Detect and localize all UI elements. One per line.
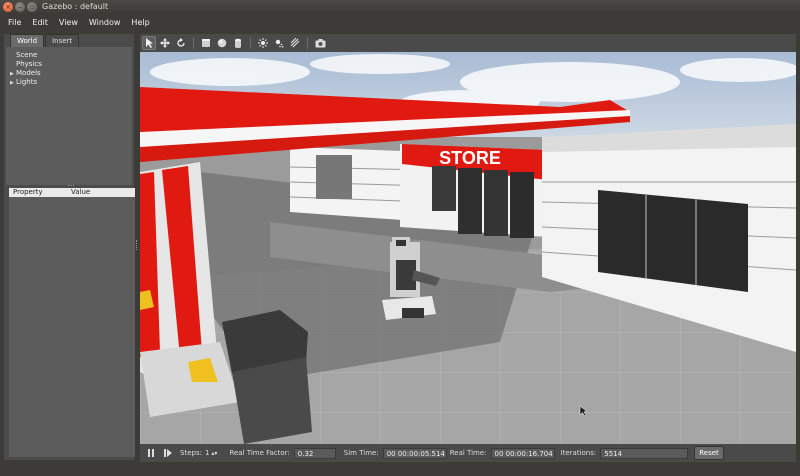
- translate-icon: [160, 38, 170, 48]
- steps-label: Steps:: [180, 449, 202, 457]
- iterations-label: Iterations:: [560, 449, 597, 457]
- rotate-icon: [177, 38, 185, 47]
- value-column-header[interactable]: Value: [71, 188, 90, 196]
- toolbar-separator: [193, 37, 194, 49]
- insert-box-button[interactable]: [199, 36, 213, 50]
- store-sign-text: STORE: [439, 148, 501, 168]
- 3d-viewport[interactable]: STORE: [140, 52, 796, 444]
- trash-can-body: [232, 357, 312, 444]
- insert-point-light-button[interactable]: [256, 36, 270, 50]
- iterations-field: 5514: [600, 447, 689, 459]
- real-time-label: Real Time:: [449, 449, 487, 457]
- toolbar-separator: [307, 37, 308, 49]
- tree-item-lights[interactable]: ▶ Lights: [10, 78, 37, 86]
- window-title: Gazebo : default: [42, 2, 109, 11]
- spot-light-icon: [275, 39, 284, 48]
- select-arrow-icon: [145, 38, 153, 48]
- minimize-icon: –: [18, 2, 22, 11]
- step-button[interactable]: [164, 449, 172, 457]
- steps-spinner-icon[interactable]: ▴▾: [211, 450, 217, 457]
- tree-item-scene[interactable]: Scene: [10, 51, 37, 59]
- insert-directional-light-button[interactable]: [288, 36, 302, 50]
- insert-cylinder-button[interactable]: [231, 36, 245, 50]
- store-left-window: [316, 155, 352, 199]
- vertical-splitter-handle[interactable]: [136, 240, 139, 250]
- point-light-icon: [258, 38, 268, 48]
- screenshot-icon: [315, 39, 325, 48]
- reset-button[interactable]: Reset: [694, 446, 724, 460]
- translate-mode-button[interactable]: [158, 36, 172, 50]
- step-icon-arrow: [167, 449, 172, 457]
- tab-world[interactable]: World: [10, 34, 45, 47]
- select-mode-button[interactable]: [142, 36, 156, 50]
- real-time-field: 00 00:00:16.704: [490, 447, 555, 459]
- cylinder-icon: [235, 38, 241, 48]
- sphere-icon: [217, 38, 227, 48]
- window-controls: × – ▫: [3, 2, 37, 12]
- tree-item-models[interactable]: ▶ Models: [10, 69, 41, 77]
- scene-render: STORE: [140, 52, 796, 444]
- tree-item-physics[interactable]: Physics: [10, 60, 42, 68]
- menu-help[interactable]: Help: [131, 18, 149, 27]
- tree-item-label: Models: [16, 69, 41, 77]
- sim-time-label: Sim Time:: [343, 449, 379, 457]
- maximize-icon: ▫: [29, 2, 35, 11]
- real-time-factor-field: 0.32: [293, 447, 336, 459]
- render-toolbar: [140, 34, 796, 52]
- menu-edit[interactable]: Edit: [32, 18, 48, 27]
- screenshot-button[interactable]: [313, 36, 327, 50]
- menu-window[interactable]: Window: [89, 18, 121, 27]
- property-column-header[interactable]: Property: [13, 188, 43, 196]
- tree-item-label: Scene: [16, 51, 38, 59]
- minimize-window-button[interactable]: –: [15, 2, 25, 12]
- pause-button[interactable]: [148, 449, 154, 457]
- box-icon: [202, 39, 210, 47]
- real-time-factor-label: Real Time Factor:: [229, 449, 290, 457]
- insert-sphere-button[interactable]: [215, 36, 229, 50]
- close-window-button[interactable]: ×: [3, 2, 13, 12]
- insert-spot-light-button[interactable]: [272, 36, 286, 50]
- steps-value[interactable]: 1: [205, 449, 209, 457]
- left-panel-tabs: World Insert: [10, 34, 80, 47]
- window-titlebar: × – ▫ Gazebo : default: [0, 0, 800, 14]
- property-list: [9, 197, 135, 457]
- rotate-mode-button[interactable]: [174, 36, 188, 50]
- tree-item-label: Physics: [16, 60, 42, 68]
- directional-light-icon: [290, 38, 300, 48]
- toolbar-separator: [250, 37, 251, 49]
- sim-time-field: 00 00:00:05.514: [382, 447, 447, 459]
- menu-file[interactable]: File: [8, 18, 21, 27]
- left-panel: World Insert Scene Physics ▶ Models ▶ Ligh…: [4, 34, 135, 460]
- tab-insert[interactable]: Insert: [45, 34, 80, 47]
- pause-icon: [148, 449, 150, 457]
- close-icon: ×: [5, 2, 11, 11]
- tree-item-label: Lights: [16, 78, 38, 86]
- step-icon: [164, 449, 166, 457]
- pause-icon-bar: [152, 449, 154, 457]
- property-header: Property Value: [9, 188, 135, 197]
- world-tree: Scene Physics ▶ Models ▶ Lights: [6, 47, 132, 185]
- maximize-window-button[interactable]: ▫: [27, 2, 37, 12]
- simulation-status-bar: Steps: 1 ▴▾ Real Time Factor: 0.32 Sim T…: [140, 444, 796, 462]
- menu-bar: File Edit View Window Help: [0, 14, 800, 30]
- menu-view[interactable]: View: [59, 18, 78, 27]
